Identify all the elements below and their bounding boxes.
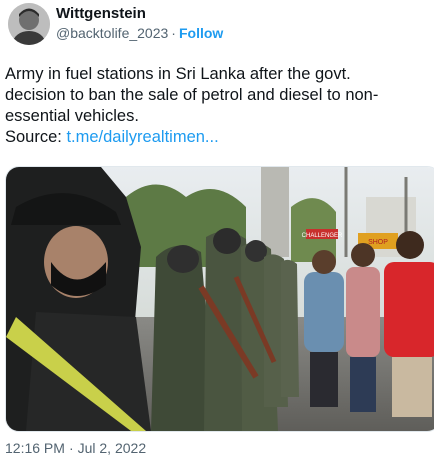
tweet-time: 12:16 PM (5, 440, 65, 456)
author-handle-row: @backtolife_2023 · Follow (56, 25, 223, 41)
avatar-image (8, 3, 50, 45)
sign-text: CHALLENGER (302, 233, 343, 239)
tweet-text: Army in fuel stations in Sri Lanka after… (5, 64, 434, 148)
shop-sign-text: SHOP (368, 239, 388, 246)
tweet-line: decision to ban the sale of petrol and d… (5, 86, 379, 104)
tweet-header: Wittgenstein @backtolife_2023 · Follow (0, 0, 434, 56)
tweet-line: Army in fuel stations in Sri Lanka after… (5, 65, 351, 83)
tweet-timestamp[interactable]: 12:16 PM · Jul 2, 2022 (5, 440, 146, 456)
source-label: Source: (5, 128, 67, 146)
author-handle[interactable]: @backtolife_2023 (56, 25, 168, 41)
author-name[interactable]: Wittgenstein (56, 5, 146, 22)
tweet-date: Jul 2, 2022 (77, 440, 147, 456)
avatar[interactable] (8, 3, 50, 45)
source-link[interactable]: t.me/dailyrealtimen... (66, 128, 218, 146)
tweet-line: essential vehicles. (5, 107, 139, 125)
photo-army-fuel-station: CHALLENGER SHOP (6, 167, 434, 431)
tweet-photo[interactable]: CHALLENGER SHOP (5, 166, 434, 432)
follow-button[interactable]: Follow (179, 25, 223, 41)
separator-dot: · (68, 440, 74, 456)
soldier-line (151, 228, 299, 431)
source-line: Source: t.me/dailyrealtimen... (5, 127, 434, 148)
separator-dot: · (171, 25, 176, 41)
